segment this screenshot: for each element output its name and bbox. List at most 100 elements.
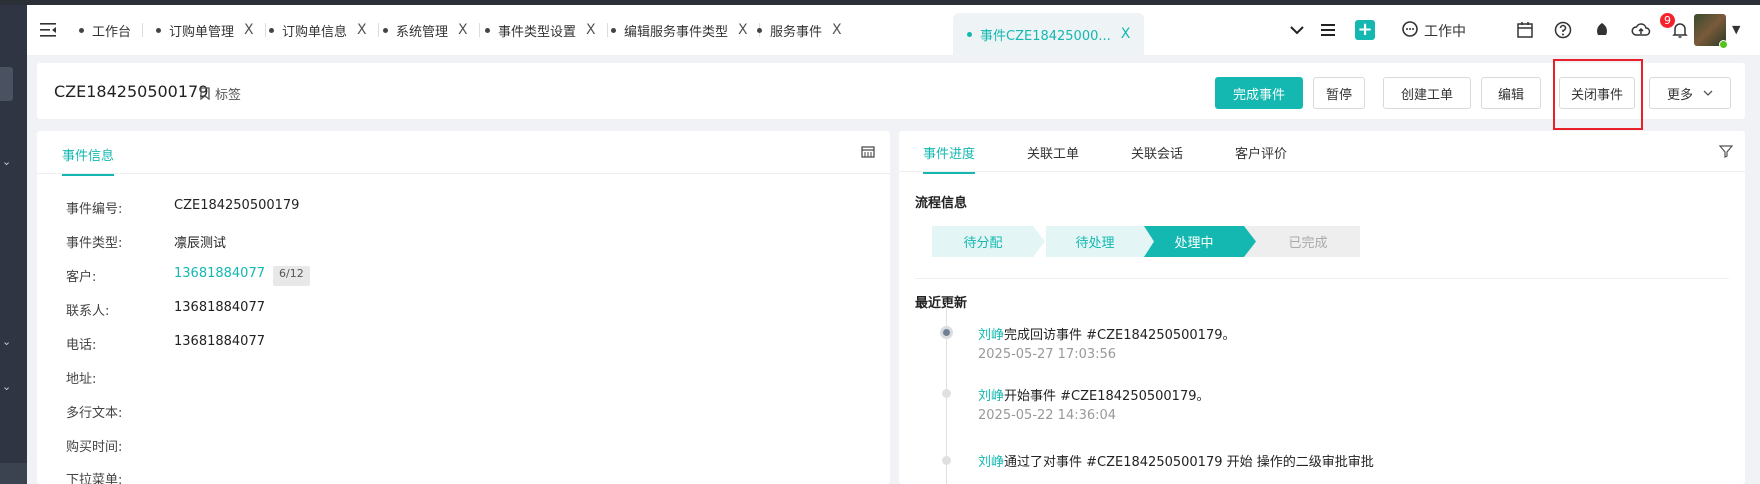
chevron-down-icon[interactable]: ⌄	[2, 380, 11, 393]
tab-purchase-order-info[interactable]: 订购单信息 X	[269, 5, 379, 55]
event-info-panel: 事件信息 事件编号: CZE184250500179 事件类型: 凛辰测试 客户…	[37, 131, 890, 484]
field-label: 联系人:	[66, 304, 110, 319]
tab-workbench[interactable]: 工作台	[79, 5, 144, 55]
tab-dot	[757, 27, 762, 33]
tab-linked-tickets[interactable]: 关联工单	[1027, 143, 1079, 172]
chevron-down-icon[interactable]: ⌄	[2, 335, 11, 348]
complete-event-button[interactable]: 完成事件	[1215, 77, 1303, 109]
tag-label: 标签	[215, 88, 242, 103]
step-arrow	[1034, 226, 1046, 257]
user-link[interactable]: 刘峥	[978, 328, 1004, 343]
chevron-down-icon	[1703, 90, 1713, 96]
field-event-type: 事件类型: 凛辰测试	[66, 232, 226, 252]
tab-service-events[interactable]: 服务事件 X	[757, 5, 842, 55]
chevron-down-icon[interactable]	[1287, 20, 1307, 40]
add-icon[interactable]: +	[1355, 20, 1375, 40]
list-icon[interactable]	[1318, 20, 1338, 40]
timeline-dot	[942, 456, 951, 465]
close-icon[interactable]: X	[738, 22, 748, 38]
event-id-title: CZE184250500179	[54, 82, 209, 101]
step-unassigned: 待分配	[932, 226, 1034, 257]
step-arrow	[1244, 226, 1256, 257]
customer-link[interactable]: 13681884077	[174, 266, 265, 286]
tab-purchase-order-management[interactable]: 订购单管理 X	[156, 5, 266, 55]
update-text: 通过了对事件 #CZE184250500179 开始 操作的二级审批审批	[1004, 455, 1374, 470]
help-icon[interactable]	[1553, 20, 1573, 40]
sidebar-active-item[interactable]	[0, 67, 13, 101]
sidebar: ⌄ ⌄ ⌄	[0, 5, 27, 484]
tab-label: 系统管理	[396, 24, 449, 40]
table-view-icon[interactable]	[861, 145, 875, 159]
user-link[interactable]: 刘峥	[978, 455, 1004, 470]
highlight-annotation-box	[1553, 59, 1643, 130]
tab-customer-review[interactable]: 客户评价	[1235, 143, 1287, 172]
skin-icon[interactable]	[1592, 20, 1612, 40]
tab-label: 服务事件	[770, 24, 823, 40]
update-text: 完成回访事件 #CZE184250500179。	[1004, 328, 1236, 343]
tab-label: 编辑服务事件类型	[624, 24, 729, 40]
field-contact: 联系人: 13681884077	[66, 300, 265, 320]
close-icon[interactable]: X	[1121, 26, 1131, 42]
tag-link[interactable]: 标签	[199, 84, 241, 103]
user-link[interactable]: 刘峥	[978, 389, 1004, 404]
divider	[37, 173, 890, 174]
close-icon[interactable]: X	[357, 22, 367, 38]
field-label: 购买时间:	[66, 440, 123, 455]
timeline-dot	[942, 389, 951, 398]
calendar-icon[interactable]	[1515, 20, 1535, 40]
tab-event-type-settings[interactable]: 事件类型设置 X	[485, 5, 608, 55]
field-label: 下拉菜单:	[66, 473, 123, 484]
tab-linked-sessions[interactable]: 关联会话	[1131, 143, 1183, 172]
bookmark-icon	[200, 87, 210, 100]
tab-current-event[interactable]: 事件CZE18425000... X	[953, 13, 1145, 55]
create-ticket-button[interactable]: 创建工单	[1383, 77, 1471, 109]
step-in-progress: 处理中	[1144, 226, 1244, 257]
update-text: 开始事件 #CZE184250500179。	[1004, 389, 1210, 404]
cloud-upload-icon[interactable]	[1631, 20, 1651, 40]
field-label: 多行文本:	[66, 406, 123, 421]
tab-event-progress[interactable]: 事件进度	[923, 143, 976, 174]
field-label: 事件编号:	[66, 202, 123, 217]
tab-edit-service-event-type[interactable]: 编辑服务事件类型 X	[611, 5, 760, 55]
tab-bar: 工作台 订购单管理 X 订购单信息 X 系统管理 X 事件类型设置 X 编辑服务…	[27, 5, 1760, 55]
more-button[interactable]: 更多	[1649, 77, 1731, 109]
timeline-entry: 刘峥开始事件 #CZE184250500179。	[978, 385, 1210, 404]
close-icon[interactable]: X	[458, 22, 468, 38]
update-time: 2025-05-27 17:03:56	[978, 347, 1117, 362]
field-event-number: 事件编号: CZE184250500179	[66, 198, 299, 218]
chevron-down-icon[interactable]: ⌄	[2, 155, 11, 168]
work-status-label[interactable]: 工作中	[1424, 21, 1466, 41]
close-icon[interactable]: X	[586, 22, 596, 38]
recent-updates-title: 最近更新	[915, 296, 968, 311]
pause-button[interactable]: 暂停	[1313, 77, 1365, 109]
close-icon[interactable]: X	[244, 22, 254, 38]
tab-event-info[interactable]: 事件信息	[62, 145, 115, 176]
chat-status-icon[interactable]	[1400, 20, 1420, 40]
update-time: 2025-05-22 14:36:04	[978, 408, 1117, 423]
field-label: 电话:	[66, 338, 97, 353]
filter-icon[interactable]	[1719, 144, 1733, 158]
sidebar-bottom-item[interactable]	[0, 463, 27, 484]
tab-dot	[383, 27, 388, 33]
tab-label: 工作台	[92, 24, 132, 40]
tab-dot	[967, 31, 972, 37]
notification-badge: 9	[1660, 13, 1675, 28]
customer-count-badge: 6/12	[272, 266, 310, 286]
event-progress-panel: 事件进度 关联工单 关联会话 客户评价 流程信息 待分配 待处理 处理中 已完成…	[899, 131, 1745, 484]
event-header: CZE184250500179 标签 完成事件 暂停 创建工单 编辑 关闭事件 …	[37, 63, 1745, 119]
tab-dot	[611, 27, 616, 33]
field-label: 客户:	[66, 270, 97, 285]
field-customer: 客户: 13681884077 6/12	[66, 266, 310, 286]
field-label: 事件类型:	[66, 236, 123, 251]
field-value: CZE184250500179	[174, 198, 300, 213]
more-label: 更多	[1666, 87, 1693, 103]
tab-system-management[interactable]: 系统管理 X	[383, 5, 480, 55]
tab-label: 事件CZE18425000...	[980, 28, 1111, 44]
menu-collapse-icon[interactable]	[39, 21, 57, 39]
caret-down-icon[interactable]: ▼	[1732, 23, 1740, 36]
close-icon[interactable]: X	[832, 22, 842, 38]
edit-button[interactable]: 编辑	[1481, 77, 1541, 109]
timeline-dot	[940, 326, 953, 339]
field-value: 凛辰测试	[174, 236, 227, 251]
field-label: 地址:	[66, 372, 97, 387]
